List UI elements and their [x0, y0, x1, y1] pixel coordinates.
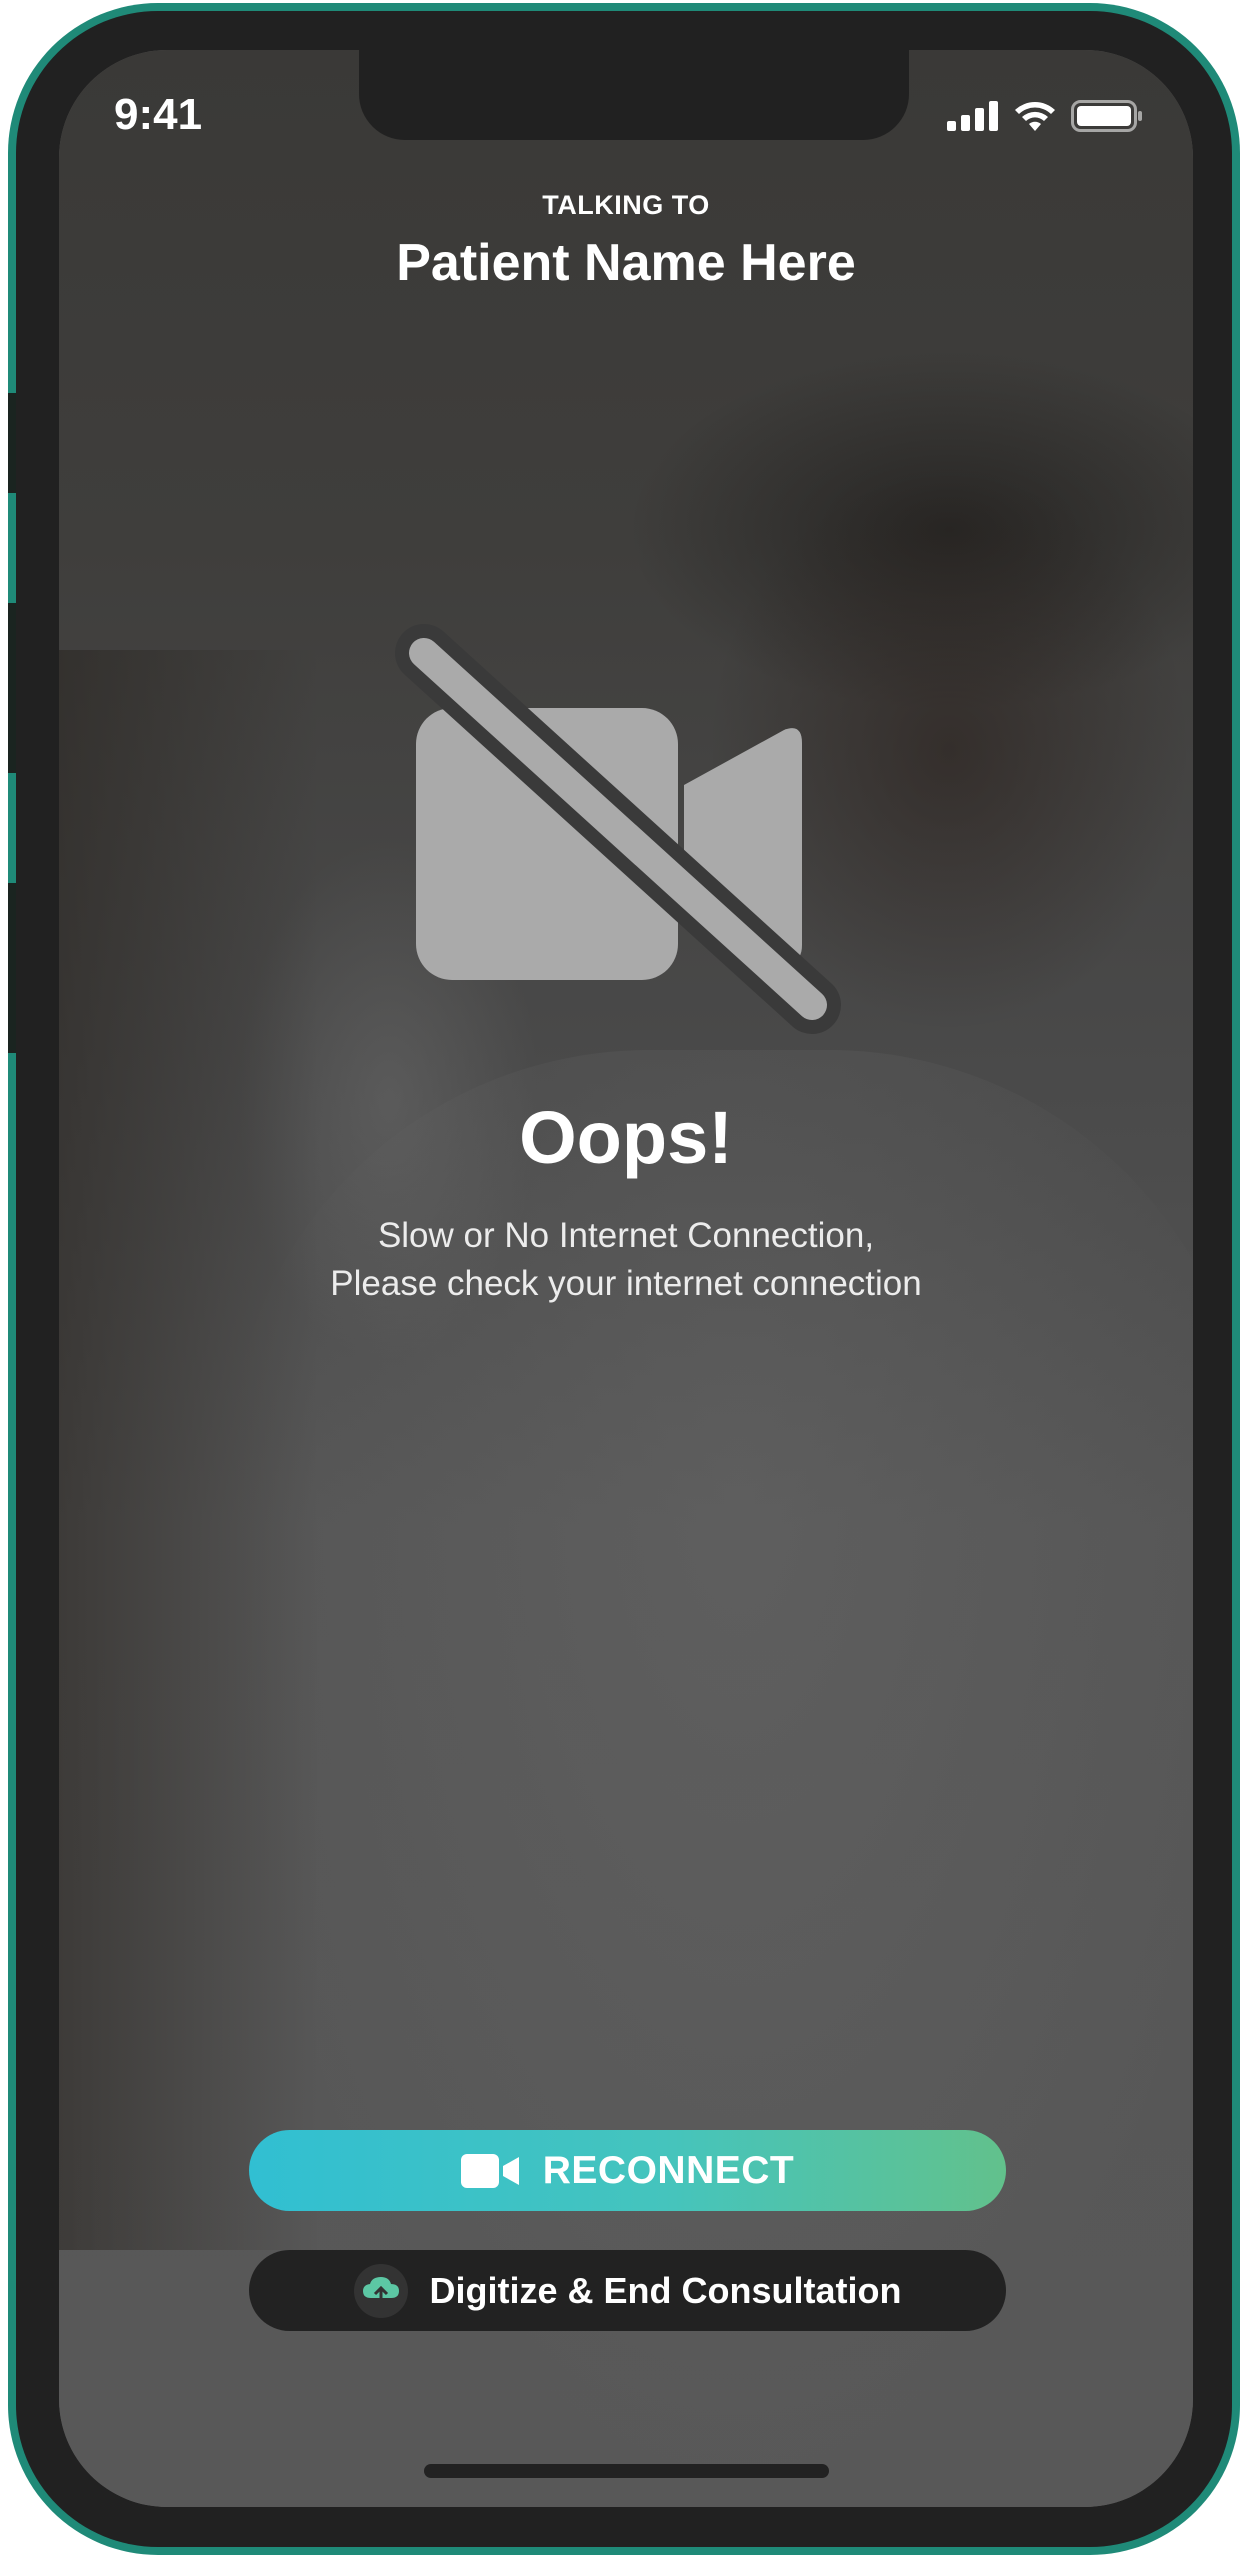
mute-switch	[8, 393, 16, 493]
talking-to-label: TALKING TO	[542, 190, 710, 220]
digitize-end-consultation-button[interactable]: Digitize & End Consultation	[249, 2250, 1006, 2331]
reconnect-button[interactable]: RECONNECT	[249, 2130, 1006, 2211]
volume-down-button	[8, 883, 16, 1053]
digitize-end-consultation-label: Digitize & End Consultation	[429, 2269, 902, 2311]
cloud-upload-icon	[353, 2263, 408, 2318]
home-indicator[interactable]	[424, 2464, 829, 2478]
error-message-line-1: Slow or No Internet Connection,	[377, 1216, 875, 1255]
device-notch	[359, 50, 909, 140]
cellular-signal-icon	[947, 101, 998, 131]
battery-icon	[1071, 100, 1142, 132]
error-title: Oops!	[519, 1096, 733, 1179]
video-off-icon	[395, 624, 841, 1034]
error-message-line-2: Please check your internet connection	[330, 1264, 922, 1303]
status-icons	[947, 100, 1143, 132]
reconnect-label: RECONNECT	[542, 2148, 795, 2192]
video-camera-icon	[460, 2153, 519, 2188]
volume-up-button	[8, 603, 16, 773]
status-time: 9:41	[114, 90, 203, 139]
call-screen: 9:41 TALKING TO Patient Name Here Oops! …	[59, 50, 1193, 2507]
patient-name: Patient Name Here	[396, 234, 856, 292]
wifi-icon	[1015, 102, 1055, 131]
blurred-background-shadow	[59, 650, 319, 2250]
